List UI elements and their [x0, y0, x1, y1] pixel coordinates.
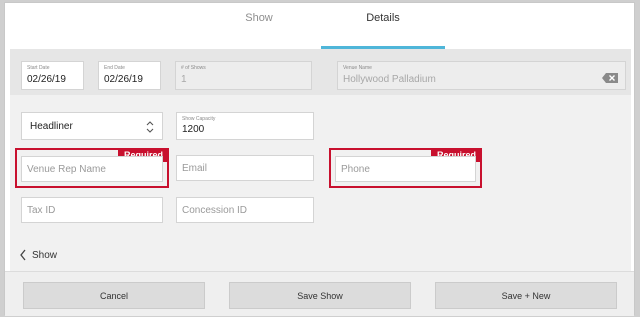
end-date-value: 02/26/19	[104, 74, 143, 85]
tab-show[interactable]: Show	[195, 3, 323, 49]
concession-id-input[interactable]: Concession ID	[176, 197, 314, 223]
save-new-button[interactable]: Save + New	[435, 282, 617, 309]
action-bar: Cancel Save Show Save + New	[5, 271, 634, 316]
venue-rep-required-highlight: Required Venue Rep Name	[15, 148, 169, 188]
show-capacity-field[interactable]: Show Capacity 1200	[176, 112, 314, 140]
show-summary-strip: Start Date 02/26/19 End Date 02/26/19 # …	[10, 49, 631, 95]
venue-name-field: Venue Name Hollywood Palladium	[337, 61, 626, 90]
tab-bar: Show Details	[5, 3, 634, 49]
chevron-left-icon	[20, 249, 26, 261]
billing-select[interactable]: Headliner	[21, 112, 163, 140]
save-new-button-label: Save + New	[501, 290, 551, 301]
billing-select-value: Headliner	[30, 120, 73, 132]
end-date-label: End Date	[104, 65, 125, 71]
email-placeholder: Email	[182, 162, 208, 174]
save-show-button-label: Save Show	[297, 290, 343, 301]
concession-id-placeholder: Concession ID	[182, 204, 248, 216]
cancel-button[interactable]: Cancel	[23, 282, 205, 309]
save-show-button[interactable]: Save Show	[229, 282, 411, 309]
tax-id-input[interactable]: Tax ID	[21, 197, 163, 223]
start-date-label: Start Date	[27, 65, 50, 71]
num-shows-value: 1	[181, 74, 187, 85]
email-input[interactable]: Email	[176, 155, 314, 181]
venue-rep-name-input[interactable]: Venue Rep Name	[21, 156, 163, 182]
clear-input-icon[interactable]	[602, 73, 618, 83]
tab-show-label: Show	[245, 12, 273, 24]
num-shows-label: # of Shows	[181, 65, 206, 71]
select-chevron-icon	[146, 121, 154, 133]
back-link-label: Show	[32, 249, 58, 261]
start-date-value: 02/26/19	[27, 74, 66, 85]
tax-id-placeholder: Tax ID	[27, 204, 56, 216]
num-shows-field: # of Shows 1	[175, 61, 312, 90]
details-form: Start Date 02/26/19 End Date 02/26/19 # …	[10, 49, 631, 271]
venue-name-label: Venue Name	[343, 65, 372, 71]
phone-placeholder: Phone	[341, 163, 370, 175]
start-date-field[interactable]: Start Date 02/26/19	[21, 61, 84, 90]
end-date-field[interactable]: End Date 02/26/19	[98, 61, 161, 90]
venue-name-value: Hollywood Palladium	[343, 74, 436, 85]
phone-input[interactable]: Phone	[335, 156, 476, 182]
back-to-show-link[interactable]: Show	[20, 247, 57, 263]
phone-required-highlight: Required Phone	[329, 148, 482, 188]
show-capacity-value: 1200	[182, 124, 205, 135]
cancel-button-label: Cancel	[99, 290, 128, 301]
tab-details-label: Details	[366, 12, 400, 24]
tab-details[interactable]: Details	[321, 3, 445, 49]
show-capacity-label: Show Capacity	[182, 116, 216, 122]
venue-rep-name-placeholder: Venue Rep Name	[27, 163, 106, 175]
app-window: Show Details Start Date 02/26/19 End Dat…	[4, 2, 635, 316]
